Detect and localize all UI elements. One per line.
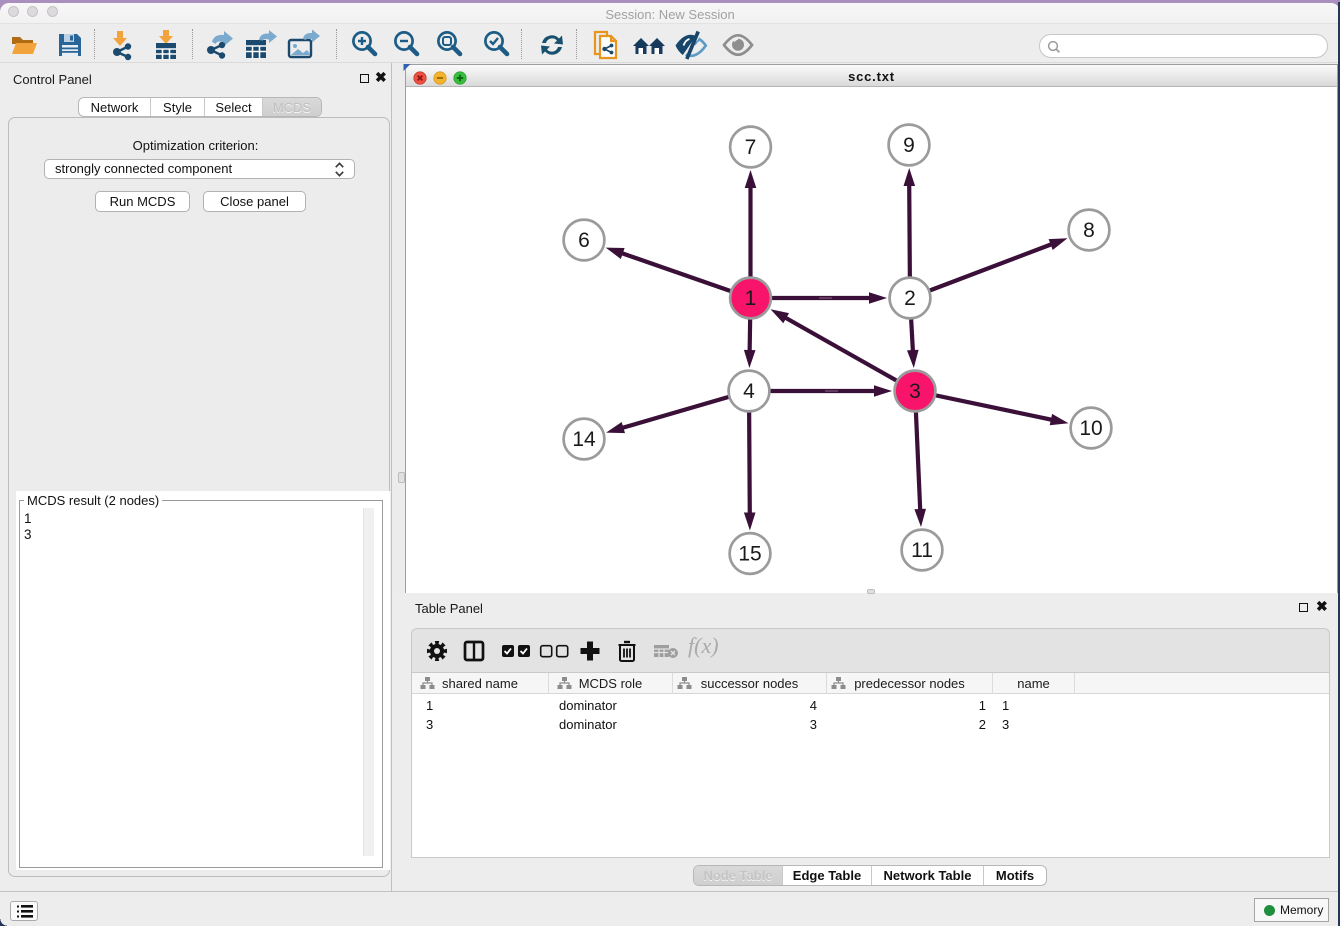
svg-text:8: 8 bbox=[1083, 219, 1095, 242]
svg-text:1: 1 bbox=[745, 287, 757, 310]
svg-text:11: 11 bbox=[911, 539, 933, 562]
svg-text:15: 15 bbox=[738, 543, 761, 566]
svg-text:3: 3 bbox=[909, 380, 921, 403]
svg-text:2: 2 bbox=[904, 287, 916, 310]
svg-text:6: 6 bbox=[578, 229, 590, 252]
svg-text:14: 14 bbox=[572, 428, 596, 451]
svg-text:10: 10 bbox=[1079, 417, 1102, 440]
svg-text:4: 4 bbox=[743, 380, 755, 403]
svg-text:7: 7 bbox=[745, 136, 757, 159]
svg-text:9: 9 bbox=[903, 134, 915, 157]
